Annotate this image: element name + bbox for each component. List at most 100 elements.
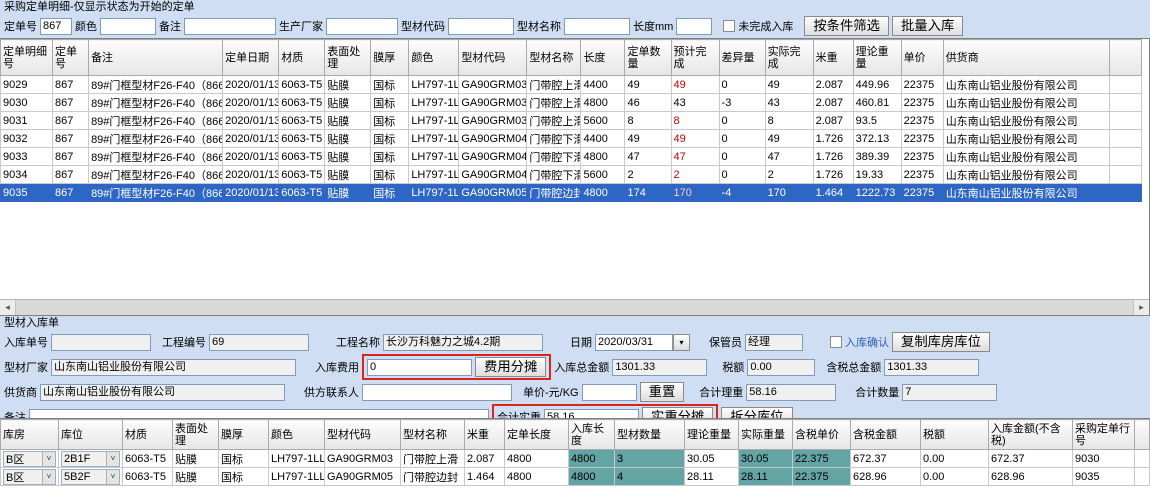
col-profile-name[interactable]: 型材名称 [527,40,581,76]
cell-material[interactable]: 6063-T5 [279,112,325,130]
col-surface2[interactable]: 表面处理 [173,420,219,450]
inbound-table-row[interactable]: B区 ˅ 5B2F ˅ 6063-T5 贴膜 国标 LH797-1LL0 [1,468,1150,486]
order-no-input[interactable]: 867 [40,18,72,35]
cell-material2[interactable]: 6063-T5 [123,468,173,486]
actual-total-field[interactable]: 58.16 [544,409,639,419]
cell-order-date[interactable]: 2020/01/13 [223,184,279,202]
cell-length[interactable]: 5600 [581,166,625,184]
col-actual-weight[interactable]: 实际重量 [739,420,793,450]
cell-order-date[interactable]: 2020/01/13 [223,130,279,148]
cell-inbound-length[interactable]: 4800 [569,468,615,486]
cell-unit-price[interactable]: 22375 [901,130,943,148]
inbound-total-field[interactable]: 1301.33 [612,359,707,376]
col-tax[interactable]: 税额 [921,420,989,450]
cell-color[interactable]: LH797-1LL0 [409,112,459,130]
cell-color[interactable]: LH797-1LL0 [409,94,459,112]
cell-detail-no[interactable]: 9035 [1,184,53,202]
cell-location[interactable]: 5B2F ˅ [59,468,123,486]
col-amount-no-tax[interactable]: 入库金额(不含税) [989,420,1073,450]
inbound-table-row[interactable]: B区 ˅ 2B1F ˅ 6063-T5 贴膜 国标 LH797-1LL0 [1,450,1150,468]
cell-surface2[interactable]: 贴膜 [173,450,219,468]
cell-meter-weight2[interactable]: 1.464 [465,468,505,486]
cell-color[interactable]: LH797-1LL0 [409,166,459,184]
total-with-tax-field[interactable]: 1301.33 [884,359,979,376]
cell-order-qty[interactable]: 46 [625,94,671,112]
cell-order-no[interactable]: 867 [53,130,89,148]
cell-order-qty[interactable]: 2 [625,166,671,184]
cell-location[interactable]: 2B1F ˅ [59,450,123,468]
cell-meter-weight[interactable]: 1.726 [813,148,853,166]
cell-theory-weight[interactable]: 389.39 [853,148,901,166]
col-profile-qty[interactable]: 型材数量 [615,420,685,450]
cell-unit-price[interactable]: 22375 [901,184,943,202]
horizontal-scrollbar[interactable]: ◂ ▸ [0,299,1149,315]
cell-profile-name[interactable]: 门带腔下滑 [527,148,581,166]
date-dropdown-icon[interactable]: ▾ [673,334,690,351]
cell-theory-weight[interactable]: 372.13 [853,130,901,148]
cell-length[interactable]: 4800 [581,184,625,202]
cell-expected[interactable]: 43 [671,94,719,112]
col-color[interactable]: 颜色 [409,40,459,76]
cell-diff[interactable]: 0 [719,130,765,148]
cell-actual-weight[interactable]: 28.11 [739,468,793,486]
cell-profile-code[interactable]: GA90GRM03 [459,112,527,130]
order-table-row[interactable]: 9035 867 89#门框型材F26-F40（866*867） 2020/01… [1,184,1142,202]
cell-detail-no[interactable]: 9030 [1,94,53,112]
scroll-right-icon[interactable]: ▸ [1133,300,1149,315]
cell-color[interactable]: LH797-1LL0 [409,148,459,166]
cell-material2[interactable]: 6063-T5 [123,450,173,468]
col-material2[interactable]: 材质 [123,420,173,450]
project-no-field[interactable]: 69 [209,334,309,351]
cell-theory-weight[interactable]: 449.96 [853,76,901,94]
cell-order-length[interactable]: 4800 [505,450,569,468]
cell-surface[interactable]: 贴膜 [325,94,371,112]
cell-order-no[interactable]: 867 [53,166,89,184]
cell-profile-qty[interactable]: 3 [615,450,685,468]
cell-film[interactable]: 国标 [371,94,409,112]
cell-note[interactable]: 89#门框型材F26-F40（866*867） [89,148,223,166]
project-name-field[interactable]: 长沙万科魅力之城4.2期 [383,334,543,351]
theory-total-field[interactable]: 58.16 [746,384,836,401]
cell-warehouse[interactable]: B区 ˅ [1,468,59,486]
split-location-button[interactable]: 拆分库位 [721,407,792,418]
col-length[interactable]: 长度 [581,40,625,76]
keeper-field[interactable]: 经理 [745,334,803,351]
cell-color[interactable]: LH797-1LL0 [409,76,459,94]
cell-order-date[interactable]: 2020/01/13 [223,94,279,112]
cell-profile-name2[interactable]: 门带腔边封 [401,468,465,486]
cell-detail-no[interactable]: 9032 [1,130,53,148]
unfinished-checkbox[interactable] [723,20,735,32]
cell-expected[interactable]: 170 [671,184,719,202]
chevron-down-icon[interactable]: ˅ [42,470,55,484]
location-combobox[interactable]: 2B1F ˅ [61,451,120,467]
cell-surface[interactable]: 贴膜 [325,130,371,148]
copy-warehouse-location-button[interactable]: 复制库房库位 [892,332,990,352]
cell-unit-price[interactable]: 22375 [901,166,943,184]
inbound-no-field[interactable] [51,334,151,351]
cell-expected[interactable]: 47 [671,148,719,166]
cell-tax[interactable]: 0.00 [921,468,989,486]
cell-diff[interactable]: -3 [719,94,765,112]
cell-profile-name[interactable]: 门带腔下滑 [527,166,581,184]
location-combobox[interactable]: 5B2F ˅ [61,469,120,485]
cell-material[interactable]: 6063-T5 [279,76,325,94]
col-profile-code2[interactable]: 型材代码 [325,420,401,450]
supplier-field[interactable]: 山东南山铝业股份有限公司 [40,384,285,401]
cell-note[interactable]: 89#门框型材F26-F40（866*867） [89,130,223,148]
cell-color2[interactable]: LH797-1LL0 [269,468,325,486]
cell-order-length[interactable]: 4800 [505,468,569,486]
col-purchase-line-no[interactable]: 采购定单行号 [1073,420,1135,450]
cell-order-qty[interactable]: 8 [625,112,671,130]
cell-film[interactable]: 国标 [371,148,409,166]
cell-theory-weight[interactable]: 460.81 [853,94,901,112]
cell-detail-no[interactable]: 9031 [1,112,53,130]
cell-profile-name[interactable]: 门带腔边封 [527,184,581,202]
cell-length[interactable]: 4400 [581,130,625,148]
cell-profile-code[interactable]: GA90GRM04 [459,166,527,184]
cell-meter-weight2[interactable]: 2.087 [465,450,505,468]
cell-expected[interactable]: 49 [671,130,719,148]
cell-price-with-tax[interactable]: 22.375 [793,450,851,468]
col-price-with-tax[interactable]: 含税单价 [793,420,851,450]
tax-field[interactable]: 0.00 [747,359,815,376]
cell-purchase-line-no[interactable]: 9030 [1073,450,1135,468]
